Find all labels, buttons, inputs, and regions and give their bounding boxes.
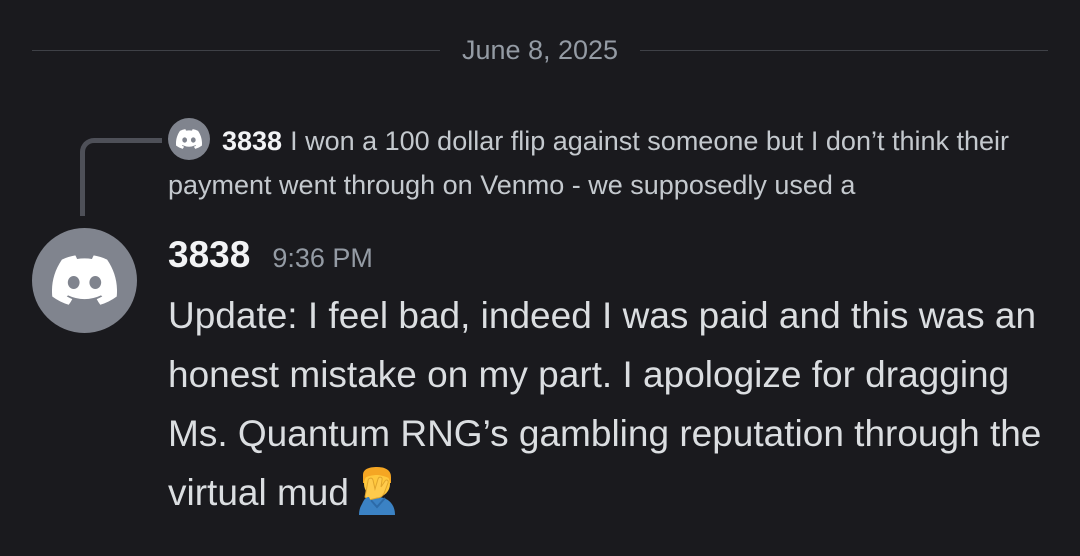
man-facepalming-emoji-icon[interactable] [355,467,399,515]
message-author[interactable]: 3838 [168,234,250,276]
divider-line-left [32,49,440,51]
reply-preview[interactable]: 3838 I won a 100 dollar flip against some… [168,118,1048,207]
author-avatar[interactable] [32,228,137,333]
message-timestamp[interactable]: 9:36 PM [272,243,373,274]
discord-logo-icon [52,255,117,305]
reply-author[interactable]: 3838 [222,126,282,156]
divider-date: June 8, 2025 [461,35,619,65]
date-divider: June 8, 2025 [32,32,1049,68]
message-content: Update: I feel bad, indeed I was paid an… [168,286,1048,522]
message-text: Update: I feel bad, indeed I was paid an… [168,295,1042,513]
reply-avatar[interactable] [168,118,210,160]
divider-line-right [640,49,1049,51]
message-header: 3838 9:36 PM [168,234,373,286]
reply-spine [80,138,162,216]
reply-text: I won a 100 dollar flip against someone … [168,126,1010,200]
discord-logo-icon [176,129,202,149]
